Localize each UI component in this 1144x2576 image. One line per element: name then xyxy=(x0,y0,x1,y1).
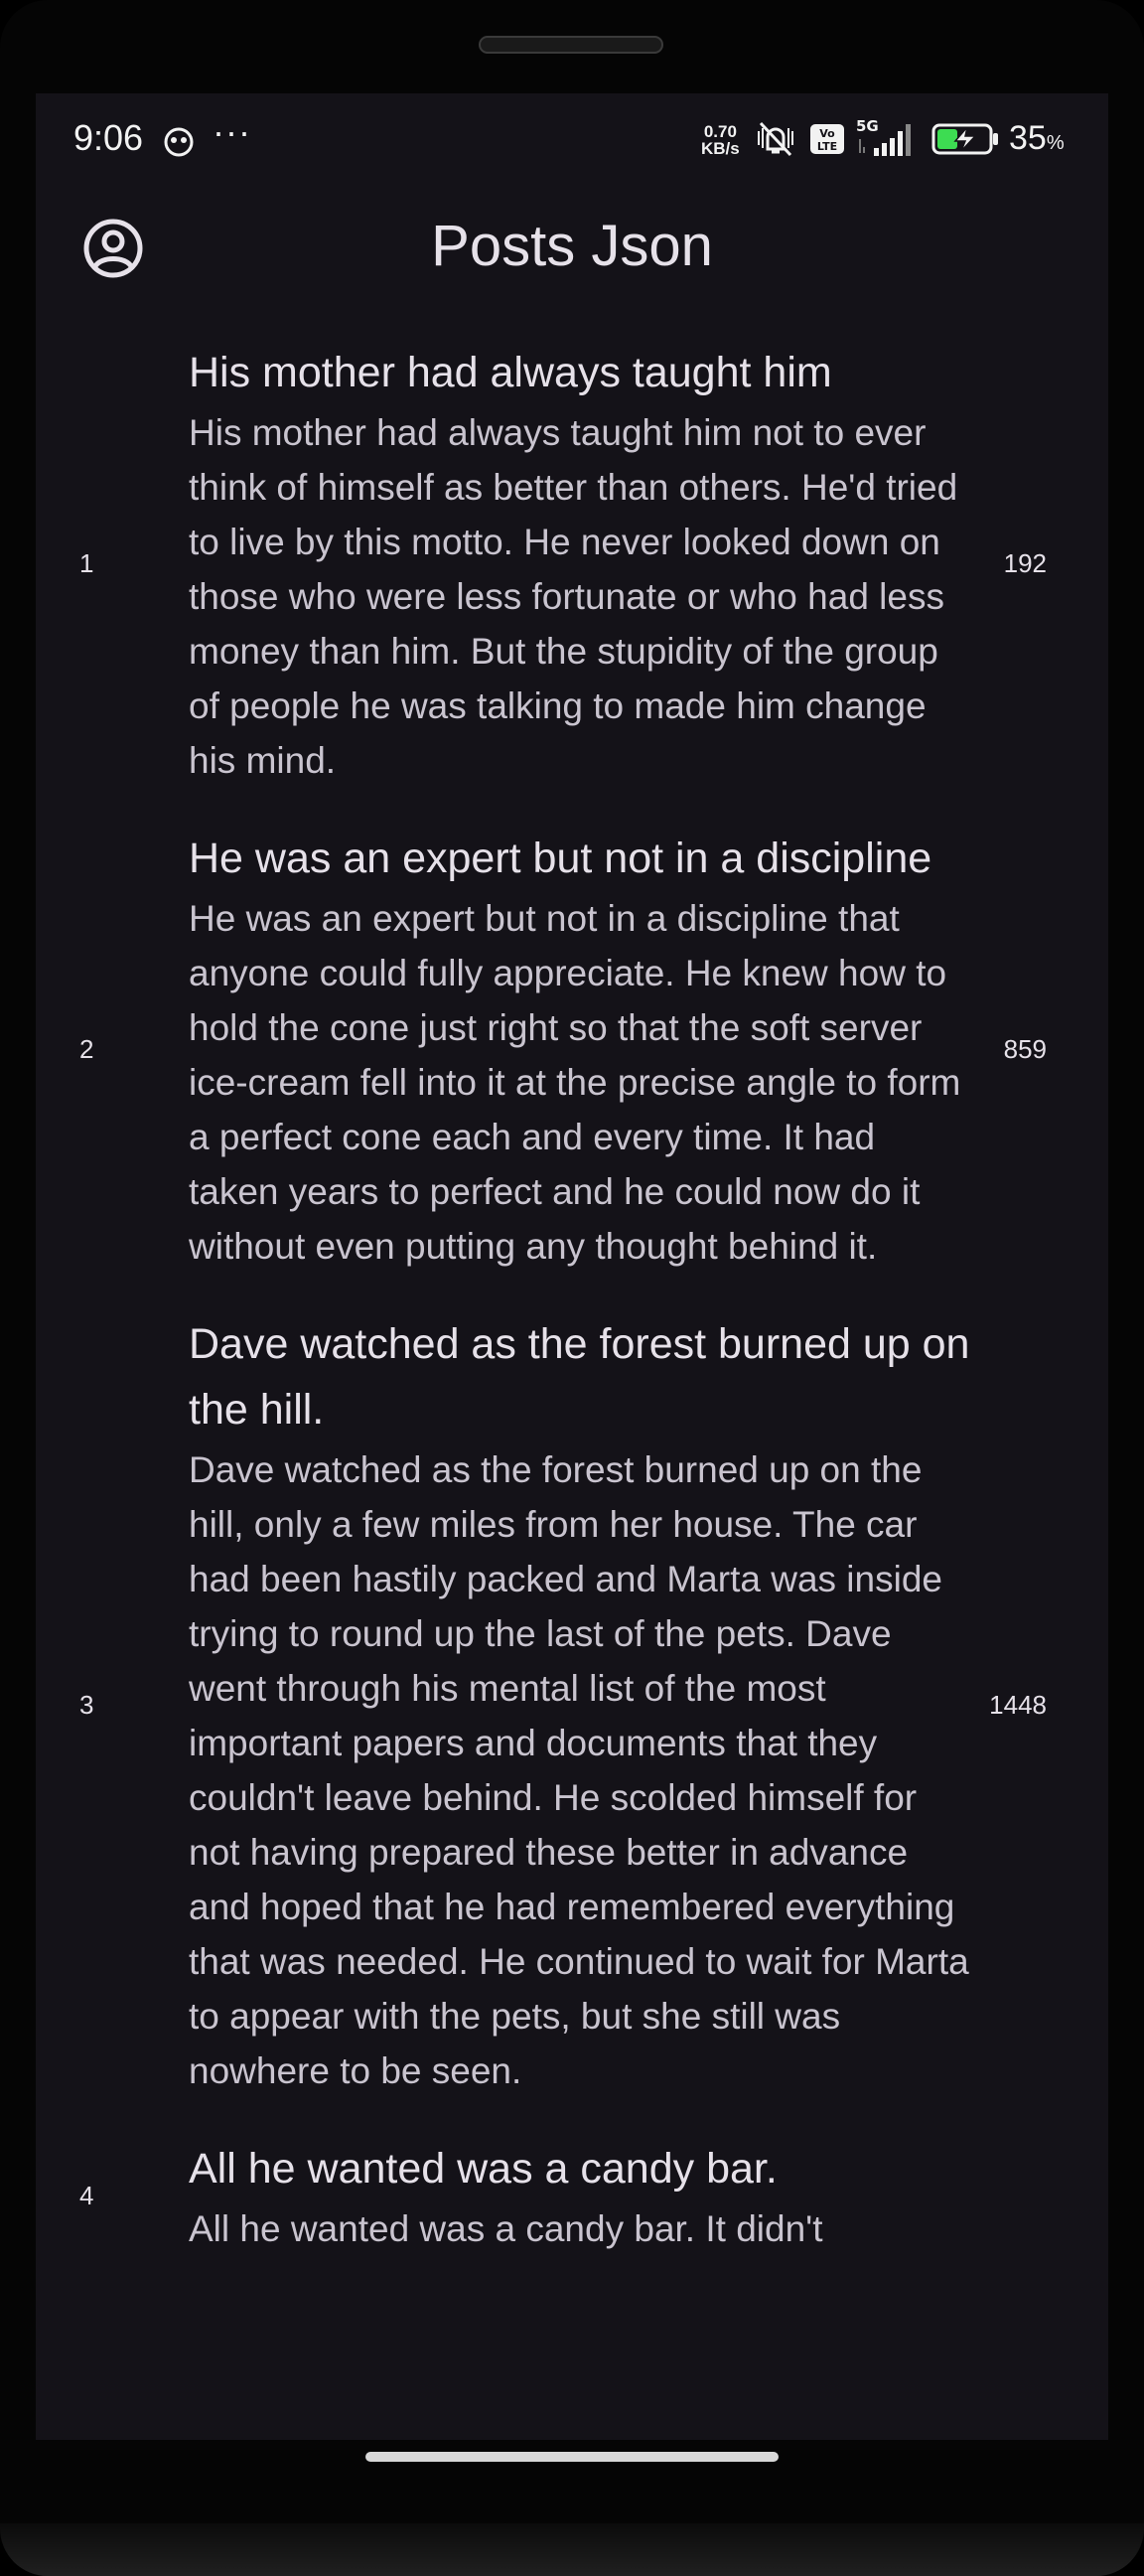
post-id: 4 xyxy=(79,2181,94,2210)
post-body: His mother had always taught him not to … xyxy=(189,412,958,781)
post-content: His mother had always taught him His mot… xyxy=(189,340,973,788)
volte-icon: Vo LTE xyxy=(809,123,845,160)
battery-charging-icon xyxy=(931,123,999,160)
post-views: 1448 xyxy=(989,1689,1047,1720)
post-title: He was an expert but not in a discipline xyxy=(189,834,932,882)
list-item[interactable]: 1 His mother had always taught him His m… xyxy=(36,330,1108,816)
screen: 9:06 ··· 0.70 KB/s Vo LTE 5G 35% Posts J… xyxy=(36,93,1108,2440)
post-views: 859 xyxy=(1003,1034,1047,1064)
svg-text:5G: 5G xyxy=(856,117,879,135)
net-speed-unit: KB/s xyxy=(701,139,740,158)
post-id: 1 xyxy=(79,548,94,578)
net-speed-value: 0.70 xyxy=(703,122,737,141)
posts-list[interactable]: 1 His mother had always taught him His m… xyxy=(36,330,1108,2284)
more-notifications-icon: ··· xyxy=(213,111,251,152)
home-gesture-bar[interactable] xyxy=(365,2452,779,2462)
post-title: His mother had always taught him xyxy=(189,349,832,396)
post-body: All he wanted was a candy bar. It didn't xyxy=(189,2208,823,2249)
post-content: Dave watched as the forest burned up on … xyxy=(189,1311,973,2098)
list-item[interactable]: 3 Dave watched as the forest burned up o… xyxy=(36,1301,1108,2126)
signal-5g-icon: 5G xyxy=(854,117,920,164)
post-id: 3 xyxy=(79,1689,94,1720)
status-time: 9:06 xyxy=(73,117,144,158)
list-item[interactable]: 4 All he wanted was a candy bar. All he … xyxy=(36,2126,1108,2284)
earpiece-speaker xyxy=(479,36,663,54)
page-title: Posts Json xyxy=(431,214,713,278)
post-views: 192 xyxy=(1003,548,1047,578)
svg-text:Vo: Vo xyxy=(819,127,835,140)
post-content: He was an expert but not in a discipline… xyxy=(189,826,973,1274)
battery-percent: 35% xyxy=(1009,119,1065,158)
status-bar: 9:06 ··· 0.70 KB/s Vo LTE 5G 35% xyxy=(36,93,1108,197)
vibrate-muted-icon xyxy=(753,119,798,164)
post-body: Dave watched as the forest burned up on … xyxy=(189,1449,969,2091)
bottom-bezel xyxy=(0,2523,1144,2576)
notification-app-icon xyxy=(163,127,195,162)
phone-frame: 9:06 ··· 0.70 KB/s Vo LTE 5G 35% Posts J… xyxy=(0,0,1144,2576)
svg-text:LTE: LTE xyxy=(817,140,837,153)
post-title: Dave watched as the forest burned up on … xyxy=(189,1320,970,1434)
post-id: 2 xyxy=(79,1034,94,1064)
battery-percent-unit: % xyxy=(1046,132,1065,154)
list-item[interactable]: 2 He was an expert but not in a discipli… xyxy=(36,816,1108,1301)
post-content: All he wanted was a candy bar. All he wa… xyxy=(189,2136,973,2256)
post-title: All he wanted was a candy bar. xyxy=(189,2145,778,2193)
top-app-bar: Posts Json xyxy=(36,197,1108,326)
post-body: He was an expert but not in a discipline… xyxy=(189,898,961,1267)
battery-percent-value: 35 xyxy=(1009,119,1047,157)
net-speed: 0.70 KB/s xyxy=(701,123,740,157)
